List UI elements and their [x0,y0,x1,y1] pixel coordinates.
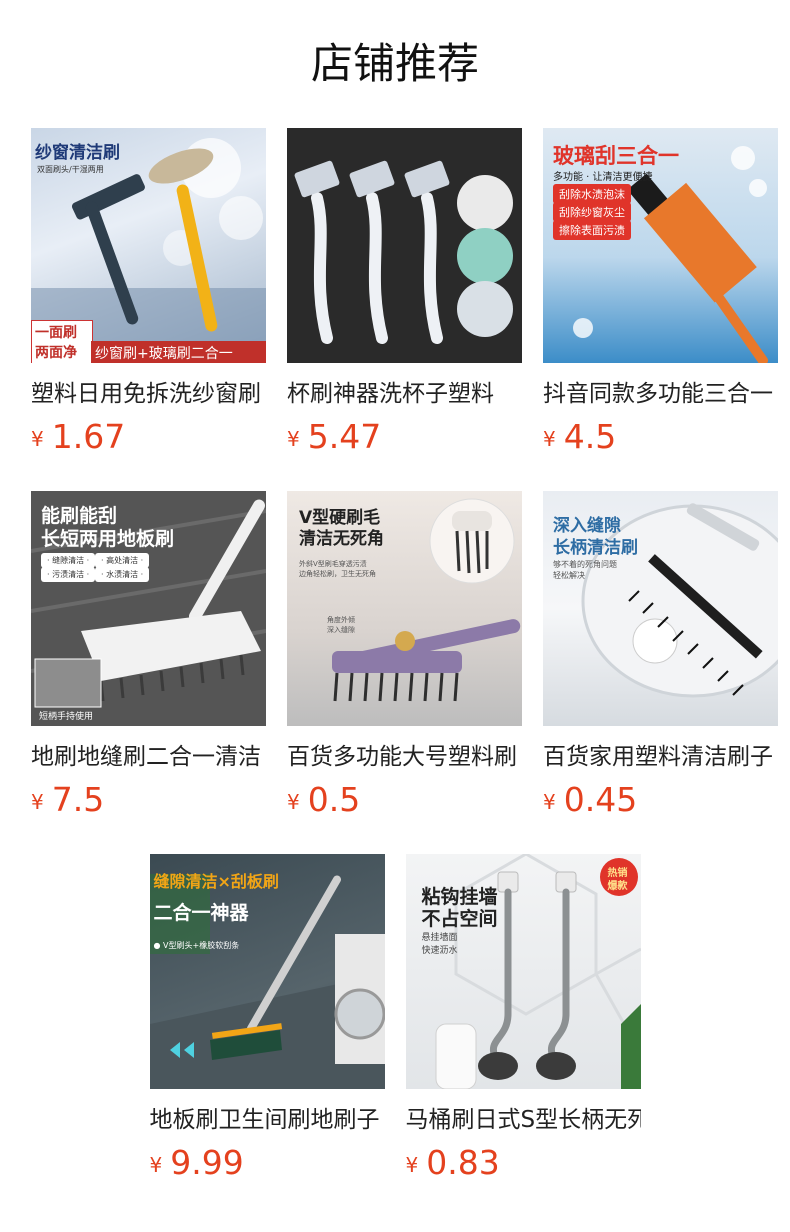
thumb-title: 缝隙清洁×刮板刷 [153,872,279,891]
currency-symbol: ¥ [543,427,556,451]
thumb-tag: 刮除水渍泡沫 [553,184,631,204]
price-amount: 0.83 [426,1143,500,1182]
thumb-desc-line2: 轻松解决 [553,571,585,580]
product-price: ¥1.67 [31,415,266,465]
thumb-desc-line2: 边角轻松刷，卫生无死角 [299,570,376,578]
product-row: 缝隙清洁×刮板刷 二合一神器 ● V型刷头+橡胶软刮条 地板刷卫生间刷地刷子 ¥… [0,854,790,1191]
thumb-badge-line1: 一面刷 [35,325,77,341]
price-amount: 4.5 [563,417,617,456]
cup-brush-illustration [294,160,513,344]
thumb-desc: ● V型刷头+橡胶软刮条 [153,941,240,950]
product-price: ¥0.5 [287,778,522,828]
product-price: ¥0.45 [543,778,778,828]
price-amount: 0.45 [563,780,638,819]
product-row: 纱窗清洁刷 双面刷头/干湿两用 一面刷 两面净 纱窗刷+玻璃刷二合一 塑料日用免… [31,128,779,465]
product-name[interactable]: 马桶刷日式S型长柄无死角 [406,1103,641,1137]
product-image-floor-brush[interactable]: 能刷能刮 长短两用地板刷 · 缝隙清洁 · · 高处清洁 · · 污渍清洁 · … [31,491,266,726]
thumb-badge-line2: 两面净 [35,345,77,361]
product-card[interactable]: 杯刷神器洗杯子塑料 ¥5.47 [287,128,522,465]
product-image-window-screen-brush[interactable]: 纱窗清洁刷 双面刷头/干湿两用 一面刷 两面净 纱窗刷+玻璃刷二合一 [31,128,266,363]
product-name[interactable]: 杯刷神器洗杯子塑料 [287,377,522,411]
currency-symbol: ¥ [31,790,44,814]
currency-symbol: ¥ [543,790,556,814]
thumb-chip: · 缝隙清洁 · [41,553,96,568]
thumb-subtitle: 多功能 · 让清洁更便捷 [553,172,653,183]
thumb-title-line2: 清洁无死角 [299,529,384,549]
thumb-title-line2: 长柄清洁刷 [553,538,638,558]
price-amount: 1.67 [51,417,126,456]
currency-symbol: ¥ [149,1153,163,1177]
price-amount: 0.5 [307,780,361,819]
thumb-side-line2: 深入缝隙 [327,626,355,634]
product-card[interactable]: V型硬刷毛 清洁无死角 外斜V型刷毛穿透污渍 边角轻松刷，卫生无死角 角度外倾 … [287,491,522,828]
currency-symbol: ¥ [31,427,44,451]
product-price: ¥5.47 [287,415,522,465]
product-card[interactable]: 缝隙清洁×刮板刷 二合一神器 ● V型刷头+橡胶软刮条 地板刷卫生间刷地刷子 ¥… [149,854,385,1191]
thumb-desc-line1: 够不着的死角问题 [553,560,617,569]
currency-symbol: ¥ [287,427,300,451]
thumb-subtitle: 二合一神器 [153,902,249,924]
thumb-title: 纱窗清洁刷 [35,143,120,163]
thumb-tag: 刮除纱窗灰尘 [553,202,631,222]
product-image-toilet-brush[interactable]: 粘钩挂墙 不占空间 悬挂墙面 快速沥水 热销 爆款 [405,854,641,1089]
page-title: 店铺推荐 [310,39,479,88]
thumb-chip: · 污渍清洁 · [41,567,96,582]
product-card[interactable]: 纱窗清洁刷 双面刷头/干湿两用 一面刷 两面净 纱窗刷+玻璃刷二合一 塑料日用免… [31,128,266,465]
product-price: ¥0.83 [406,1141,641,1191]
hot-sale-badge-line2: 爆款 [607,881,628,892]
currency-symbol: ¥ [287,790,300,814]
thumb-subtitle: 双面刷头/干湿两用 [37,165,104,174]
thumb-chip: · 高处清洁 · [95,553,150,568]
product-card[interactable]: 粘钩挂墙 不占空间 悬挂墙面 快速沥水 热销 爆款 马桶刷日式S型长柄无死角 ¥… [405,854,641,1191]
product-image-glass-scraper[interactable]: 玻璃刮三合一 多功能 · 让清洁更便捷 刮除水渍泡沫 刮除纱窗灰尘 擦除表面污渍 [543,128,778,363]
thumb-title-line2: 不占空间 [421,908,498,930]
price-amount: 7.5 [51,780,105,819]
thumb-banner: 纱窗刷+玻璃刷二合一 [95,346,233,362]
product-name[interactable]: 地板刷卫生间刷地刷子 [150,1103,385,1137]
product-name[interactable]: 地刷地缝刷二合一清洁 [31,740,266,774]
product-name[interactable]: 塑料日用免拆洗纱窗刷 [31,377,266,411]
product-image-long-handle-brush[interactable]: 深入缝隙 长柄清洁刷 够不着的死角问题 轻松解决 [543,491,778,726]
product-price: ¥4.5 [543,415,778,465]
product-card[interactable]: 能刷能刮 长短两用地板刷 · 缝隙清洁 · · 高处清洁 · · 污渍清洁 · … [31,491,266,828]
product-card[interactable]: 深入缝隙 长柄清洁刷 够不着的死角问题 轻松解决 百货家用塑料清洁刷子 ¥0.4… [543,491,778,828]
currency-symbol: ¥ [405,1153,419,1177]
product-name[interactable]: 百货家用塑料清洁刷子 [543,740,778,774]
price-amount: 5.47 [307,417,382,456]
thumb-desc-line1: 外斜V型刷毛穿透污渍 [299,560,367,568]
price-amount: 9.99 [170,1143,244,1182]
thumb-title-line2: 长短两用地板刷 [41,528,175,550]
thumb-side-line1: 角度外倾 [327,616,355,624]
thumb-caption: 短柄手持使用 [39,712,94,722]
product-image-floor-scraper-brush[interactable]: 缝隙清洁×刮板刷 二合一神器 ● V型刷头+橡胶软刮条 [149,854,385,1089]
product-image-cup-brush[interactable] [287,128,522,363]
product-grid: 纱窗清洁刷 双面刷头/干湿两用 一面刷 两面净 纱窗刷+玻璃刷二合一 塑料日用免… [31,128,779,1217]
product-image-v-bristle-brush[interactable]: V型硬刷毛 清洁无死角 外斜V型刷毛穿透污渍 边角轻松刷，卫生无死角 角度外倾 … [287,491,522,726]
product-row: 能刷能刮 长短两用地板刷 · 缝隙清洁 · · 高处清洁 · · 污渍清洁 · … [31,491,779,828]
product-name[interactable]: 百货多功能大号塑料刷 [287,740,522,774]
product-price: ¥7.5 [31,778,266,828]
product-price: ¥9.99 [150,1141,385,1191]
product-name[interactable]: 抖音同款多功能三合一 [543,377,778,411]
thumb-desc-line1: 悬挂墙面 [421,933,458,943]
thumb-tag: 擦除表面污渍 [553,220,631,240]
thumb-desc-line2: 快速沥水 [421,946,458,956]
product-card[interactable]: 玻璃刮三合一 多功能 · 让清洁更便捷 刮除水渍泡沫 刮除纱窗灰尘 擦除表面污渍… [543,128,778,465]
thumb-title: 玻璃刮三合一 [553,144,679,168]
thumb-chip: · 水渍清洁 · [95,567,150,582]
